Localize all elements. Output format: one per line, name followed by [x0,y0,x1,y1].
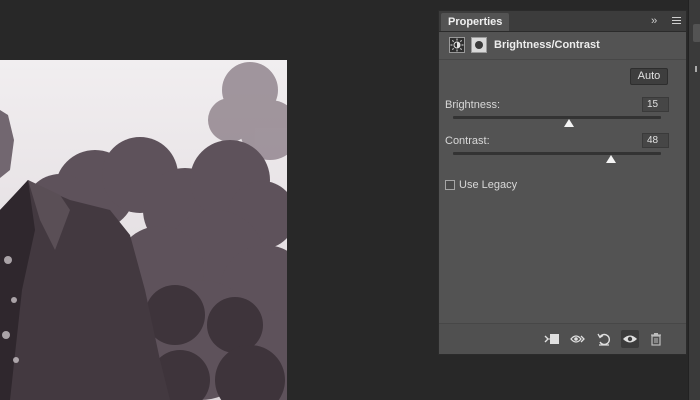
dock-strip [688,0,700,400]
clip-to-layer-icon[interactable] [543,330,561,348]
contrast-slider-thumb[interactable] [606,155,617,163]
contrast-label: Contrast: [445,135,490,147]
view-previous-state-icon[interactable] [569,330,587,348]
trash-icon[interactable] [647,330,665,348]
brightness-slider-track[interactable] [453,116,661,119]
visibility-eye-icon[interactable] [621,330,639,348]
adjustment-header: Brightness/Contrast [439,32,686,60]
collapse-panel-button[interactable]: ›› [651,14,657,28]
panel-tab-bar: Properties ›› [439,11,686,32]
brightness-label: Brightness: [445,99,501,111]
contrast-value-field[interactable]: 48 [642,133,669,148]
dock-marker [695,66,697,72]
brightness-contrast-icon[interactable] [449,37,465,53]
brightness-value-field[interactable]: 15 [642,97,669,112]
properties-panel: Properties ›› Brightness/Contrast Auto B… [438,10,687,355]
layer-mask-icon[interactable] [471,37,487,53]
photo-image[interactable] [0,60,287,400]
adjustment-title: Brightness/Contrast [494,39,600,51]
auto-button[interactable]: Auto [630,68,668,85]
contrast-slider-track[interactable] [453,152,661,155]
panel-footer [439,323,686,354]
tab-properties[interactable]: Properties [441,13,510,31]
dock-panel-button[interactable] [693,24,700,42]
reset-icon[interactable] [595,330,613,348]
use-legacy-checkbox[interactable] [445,180,455,190]
use-legacy-label: Use Legacy [459,179,518,191]
panel-menu-icon[interactable] [672,14,682,28]
brightness-slider-thumb[interactable] [564,119,575,127]
